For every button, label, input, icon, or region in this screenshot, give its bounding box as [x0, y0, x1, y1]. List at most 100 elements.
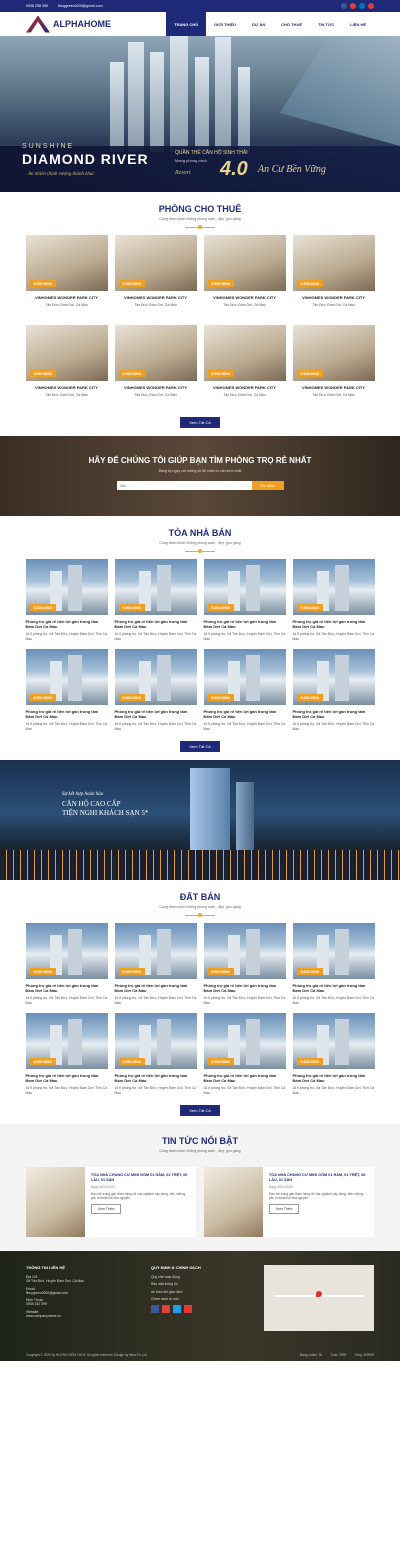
building-image[interactable]: 5.000.000đ: [292, 559, 375, 615]
building-card[interactable]: 5.000.000đ Phòng trọ giá rẻ tiện lợi gần …: [203, 559, 286, 645]
card-title[interactable]: VINHOMES WONDER PARK CITY: [293, 385, 375, 390]
card-title[interactable]: Phòng trọ giá rẻ tiện lợi gần trung tâm …: [115, 619, 197, 629]
card-title[interactable]: Phòng trọ giá rẻ tiện lợi gần trung tâm …: [293, 1073, 375, 1083]
google-plus-icon[interactable]: [350, 3, 356, 9]
card-title[interactable]: Phòng trọ giá rẻ tiện lợi gần trung tâm …: [204, 619, 286, 629]
building-image[interactable]: 5.000.000đ: [203, 559, 286, 615]
building-card[interactable]: 5.000.000đ Phòng trọ giá rẻ tiện lợi gần …: [114, 649, 197, 735]
building-card[interactable]: 5.000.000đ Phòng trọ giá rẻ tiện lợi gần …: [25, 649, 108, 735]
youtube-icon[interactable]: [368, 3, 374, 9]
menu-item-rent[interactable]: CHO THUÊ: [273, 12, 310, 36]
room-card[interactable]: 5.000.000đ VINHOMES WONDER PARK CITY Tân Đ…: [25, 235, 108, 321]
rss-icon[interactable]: [184, 1305, 192, 1314]
card-title[interactable]: Phòng trọ giá rẻ tiện lợi gần trung tâm …: [204, 1073, 286, 1083]
room-image[interactable]: 5.000.000đ: [25, 235, 108, 291]
building-card[interactable]: 5.000.000đ Phòng trọ giá rẻ tiện lợi gần …: [25, 559, 108, 645]
policy-link[interactable]: Chính sách tư vấn: [151, 1297, 276, 1301]
menu-item-home[interactable]: TRANG CHỦ: [166, 12, 207, 36]
view-all-building-button[interactable]: Xem Tất Cả: [180, 741, 220, 752]
footer-email[interactable]: lihuygreen2000@gmail.com: [26, 1291, 151, 1295]
card-title[interactable]: VINHOMES WONDER PARK CITY: [115, 385, 197, 390]
land-image[interactable]: 5.000.000đ: [292, 923, 375, 979]
card-title[interactable]: Phòng trọ giá rẻ tiện lợi gần trung tâm …: [115, 983, 197, 993]
read-more-button[interactable]: Xem Thêm: [90, 1204, 122, 1215]
view-all-land-button[interactable]: Xem Tất Cả: [180, 1105, 220, 1116]
news-item[interactable]: TÒA NHÀ CHUNG CƯ MINI GỒM 01 HẦM, 01 TRỆ…: [204, 1167, 374, 1237]
land-card[interactable]: 5.000.000đ Phòng trọ giá rẻ tiện lợi gần …: [203, 923, 286, 1009]
card-title[interactable]: Phòng trọ giá rẻ tiện lợi gần trung tâm …: [293, 709, 375, 719]
menu-item-contact[interactable]: LIÊN HỆ: [342, 12, 374, 36]
search-button[interactable]: Tìm Kiếm: [251, 481, 284, 490]
card-title[interactable]: Phòng trọ giá rẻ tiện lợi gần trung tâm …: [26, 1073, 108, 1083]
building-image[interactable]: 5.000.000đ: [25, 559, 108, 615]
card-title[interactable]: Phòng trọ giá rẻ tiện lợi gần trung tâm …: [115, 1073, 197, 1083]
card-title[interactable]: Phòng trọ giá rẻ tiện lợi gần trung tâm …: [26, 983, 108, 993]
news-image[interactable]: [204, 1167, 263, 1237]
menu-item-projects[interactable]: DỰ ÁN: [244, 12, 273, 36]
view-all-rent-button[interactable]: Xem Tất Cả: [180, 417, 220, 428]
card-title[interactable]: VINHOMES WONDER PARK CITY: [293, 295, 375, 300]
building-card[interactable]: 5.000.000đ Phòng trọ giá rẻ tiện lợi gần …: [292, 559, 375, 645]
land-card[interactable]: 5.000.000đ Phòng trọ giá rẻ tiện lợi gần …: [114, 923, 197, 1009]
menu-item-about[interactable]: GIỚI THIỆU: [206, 12, 244, 36]
policy-link[interactable]: An toàn khi giao dịch: [151, 1290, 276, 1294]
card-title[interactable]: Phòng trọ giá rẻ tiện lợi gần trung tâm …: [26, 619, 108, 629]
card-title[interactable]: VINHOMES WONDER PARK CITY: [26, 385, 108, 390]
footer-map[interactable]: [264, 1265, 374, 1331]
land-image[interactable]: 5.000.000đ: [114, 1013, 197, 1069]
building-image[interactable]: 5.000.000đ: [203, 649, 286, 705]
land-image[interactable]: 5.000.000đ: [292, 1013, 375, 1069]
land-card[interactable]: 5.000.000đ Phòng trọ giá rẻ tiện lợi gần …: [114, 1013, 197, 1099]
room-card[interactable]: 5.000.000đ VINHOMES WONDER PARK CITY Tân Đ…: [292, 325, 375, 411]
land-image[interactable]: 5.000.000đ: [25, 923, 108, 979]
building-card[interactable]: 5.000.000đ Phòng trọ giá rẻ tiện lợi gần …: [292, 649, 375, 735]
facebook-icon[interactable]: [151, 1305, 159, 1314]
land-image[interactable]: 5.000.000đ: [114, 923, 197, 979]
menu-item-news[interactable]: TIN TỨC: [310, 12, 342, 36]
room-card[interactable]: 5.000.000đ VINHOMES WONDER PARK CITY Tân Đ…: [114, 325, 197, 411]
news-title[interactable]: TÒA NHÀ CHUNG CƯ MINI GỒM 01 HẦM, 01 TRỆ…: [269, 1173, 368, 1183]
room-image[interactable]: 5.000.000đ: [114, 325, 197, 381]
card-title[interactable]: Phòng trọ giá rẻ tiện lợi gần trung tâm …: [204, 983, 286, 993]
card-title[interactable]: VINHOMES WONDER PARK CITY: [204, 385, 286, 390]
building-card[interactable]: 5.000.000đ Phòng trọ giá rẻ tiện lợi gần …: [203, 649, 286, 735]
building-image[interactable]: 5.000.000đ: [114, 649, 197, 705]
room-card[interactable]: 5.000.000đ VINHOMES WONDER PARK CITY Tân Đ…: [114, 235, 197, 321]
card-title[interactable]: VINHOMES WONDER PARK CITY: [115, 295, 197, 300]
room-card[interactable]: 5.000.000đ VINHOMES WONDER PARK CITY Tân Đ…: [203, 235, 286, 321]
card-title[interactable]: Phòng trọ giá rẻ tiện lợi gần trung tâm …: [293, 619, 375, 629]
room-image[interactable]: 5.000.000đ: [292, 325, 375, 381]
news-image[interactable]: [26, 1167, 85, 1237]
email-input[interactable]: [116, 481, 252, 490]
read-more-button[interactable]: Xem Thêm: [268, 1204, 300, 1215]
building-image[interactable]: 5.000.000đ: [292, 649, 375, 705]
news-item[interactable]: TÒA NHÀ CHUNG CƯ MINI GỒM 01 HẦM, 01 TRỆ…: [26, 1167, 196, 1237]
room-card[interactable]: 5.000.000đ VINHOMES WONDER PARK CITY Tân Đ…: [25, 325, 108, 411]
land-image[interactable]: 5.000.000đ: [203, 923, 286, 979]
logo[interactable]: ALPHAHOME: [26, 15, 111, 33]
policy-link[interactable]: Quy chế hoạt động: [151, 1275, 276, 1279]
room-image[interactable]: 5.000.000đ: [203, 235, 286, 291]
room-card[interactable]: 5.000.000đ VINHOMES WONDER PARK CITY Tân Đ…: [292, 235, 375, 321]
building-image[interactable]: 5.000.000đ: [114, 559, 197, 615]
twitter-icon[interactable]: [173, 1305, 181, 1314]
land-card[interactable]: 5.000.000đ Phòng trọ giá rẻ tiện lợi gần …: [203, 1013, 286, 1099]
land-card[interactable]: 5.000.000đ Phòng trọ giá rẻ tiện lợi gần …: [292, 923, 375, 1009]
card-title[interactable]: Phòng trọ giá rẻ tiện lợi gần trung tâm …: [115, 709, 197, 719]
land-image[interactable]: 5.000.000đ: [203, 1013, 286, 1069]
room-image[interactable]: 5.000.000đ: [25, 325, 108, 381]
land-card[interactable]: 5.000.000đ Phòng trọ giá rẻ tiện lợi gần …: [25, 923, 108, 1009]
linkedin-icon[interactable]: [359, 3, 365, 9]
land-card[interactable]: 5.000.000đ Phòng trọ giá rẻ tiện lợi gần …: [25, 1013, 108, 1099]
land-card[interactable]: 5.000.000đ Phòng trọ giá rẻ tiện lợi gần …: [292, 1013, 375, 1099]
card-title[interactable]: Phòng trọ giá rẻ tiện lợi gần trung tâm …: [293, 983, 375, 993]
room-card[interactable]: 5.000.000đ VINHOMES WONDER PARK CITY Tân Đ…: [203, 325, 286, 411]
policy-link[interactable]: Bảo mật thông tin: [151, 1282, 276, 1286]
card-title[interactable]: Phòng trọ giá rẻ tiện lợi gần trung tâm …: [26, 709, 108, 719]
facebook-icon[interactable]: [341, 3, 347, 9]
card-title[interactable]: VINHOMES WONDER PARK CITY: [26, 295, 108, 300]
news-title[interactable]: TÒA NHÀ CHUNG CƯ MINI GỒM 01 HẦM, 01 TRỆ…: [91, 1173, 190, 1183]
card-title[interactable]: VINHOMES WONDER PARK CITY: [204, 295, 286, 300]
room-image[interactable]: 5.000.000đ: [114, 235, 197, 291]
card-title[interactable]: Phòng trọ giá rẻ tiện lợi gần trung tâm …: [204, 709, 286, 719]
